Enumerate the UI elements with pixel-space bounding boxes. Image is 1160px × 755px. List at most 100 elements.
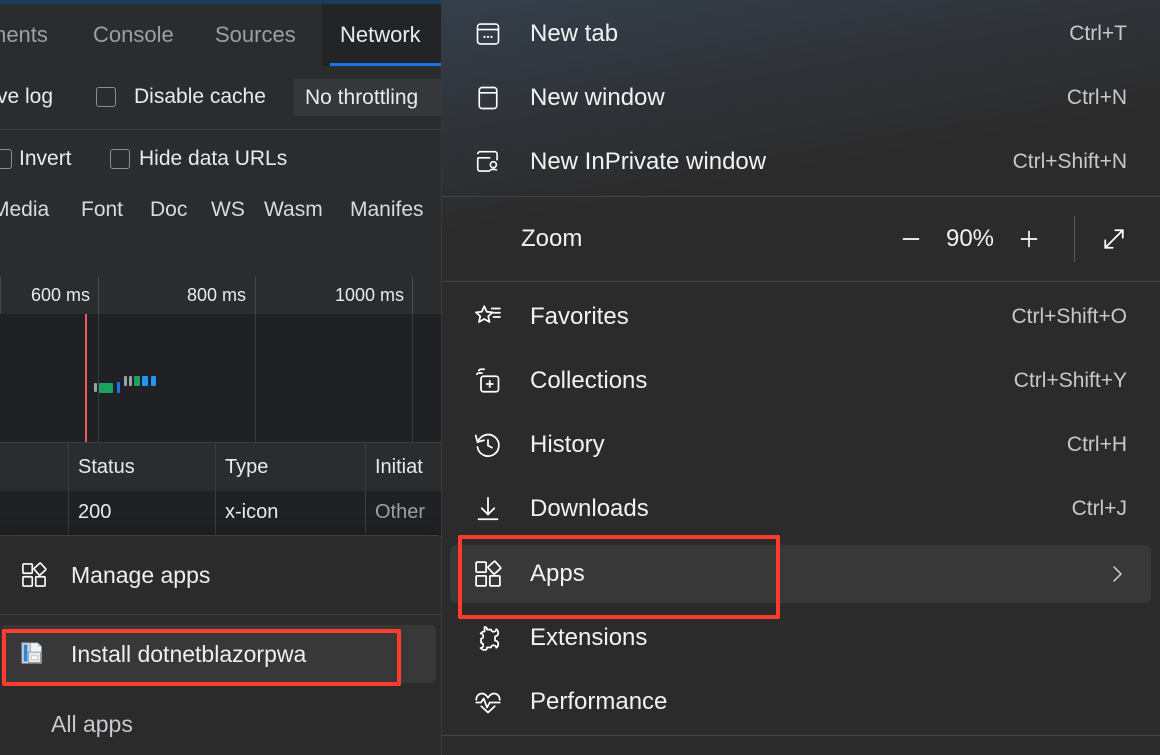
- zoom-label: Zoom: [521, 225, 582, 253]
- request-bar: [117, 382, 120, 393]
- request-bar: [94, 383, 97, 392]
- timeline-tick-line-2: [255, 277, 256, 314]
- edge-main-menu: New tab Ctrl+T New window Ctrl+N: [441, 0, 1160, 755]
- overview-gridline-1: [98, 314, 99, 442]
- filter-doc[interactable]: Doc: [150, 198, 187, 222]
- menu-label-history: History: [530, 431, 1067, 459]
- tab-sources-label: Sources: [215, 22, 296, 47]
- tab-console[interactable]: Console: [93, 4, 174, 66]
- overview-gridline-3: [412, 314, 413, 442]
- apps-icon: [472, 558, 504, 590]
- extensions-puzzle-icon: [472, 622, 504, 654]
- timeline-label-600ms: 600 ms: [31, 285, 90, 306]
- row-cell-divider: [365, 491, 366, 535]
- new-tab-icon: [472, 18, 504, 50]
- timeline-tick-line-1: [98, 277, 99, 314]
- screenshot-root: ments Console Sources Network rve log Di…: [0, 0, 1160, 755]
- menu-accel-downloads: Ctrl+J: [1072, 497, 1127, 521]
- flyout-manage-apps-label: Manage apps: [71, 562, 210, 589]
- zoom-out-button[interactable]: [888, 216, 934, 262]
- menu-label-new-window: New window: [530, 84, 1067, 112]
- column-divider[interactable]: [365, 443, 366, 491]
- table-row[interactable]: 200 x-icon Other: [0, 491, 443, 535]
- network-table-header: Status Type Initiat: [0, 443, 443, 492]
- menu-accel-new-tab: Ctrl+T: [1069, 22, 1127, 46]
- new-window-icon: [472, 82, 504, 114]
- column-divider[interactable]: [68, 443, 69, 491]
- menu-item-apps[interactable]: Apps: [450, 545, 1151, 603]
- timeline-label-800ms: 800 ms: [187, 285, 246, 306]
- hide-data-urls-label: Hide data URLs: [139, 147, 287, 171]
- menu-accel-collections: Ctrl+Shift+Y: [1014, 369, 1127, 393]
- devtools-filter-row: Invert Hide data URLs: [0, 130, 443, 185]
- filter-wasm[interactable]: Wasm: [264, 198, 323, 222]
- flyout-all-apps-label[interactable]: All apps: [51, 711, 133, 738]
- row-cell-divider: [68, 491, 69, 535]
- menu-item-collections[interactable]: Collections Ctrl+Shift+Y: [450, 352, 1151, 410]
- flyout-item-manage-apps[interactable]: Manage apps: [1, 546, 436, 604]
- favorites-star-icon: [472, 301, 504, 333]
- zoom-in-button[interactable]: [1006, 216, 1052, 262]
- timeline-tick-line-0: [0, 277, 1, 314]
- cell-type: x-icon: [225, 501, 278, 524]
- menu-accel-favorites: Ctrl+Shift+O: [1011, 305, 1127, 329]
- history-clock-icon: [472, 429, 504, 461]
- tab-network-label: Network: [340, 22, 421, 47]
- hide-data-urls-checkbox[interactable]: [110, 149, 130, 169]
- menu-item-downloads[interactable]: Downloads Ctrl+J: [450, 480, 1151, 538]
- timeline-tick-line-3: [412, 277, 413, 314]
- column-divider[interactable]: [215, 443, 216, 491]
- menu-item-new-window[interactable]: New window Ctrl+N: [450, 69, 1151, 127]
- request-bar: [151, 376, 156, 386]
- menu-item-new-tab[interactable]: New tab Ctrl+T: [450, 5, 1151, 63]
- menu-accel-new-inprivate-window: Ctrl+Shift+N: [1013, 150, 1127, 174]
- invert-checkbox[interactable]: [0, 149, 12, 169]
- menu-item-new-inprivate-window[interactable]: New InPrivate window Ctrl+Shift+N: [450, 133, 1151, 191]
- performance-heartbeat-icon: [472, 686, 504, 718]
- menu-accel-new-window: Ctrl+N: [1067, 86, 1127, 110]
- flyout-item-install-pwa[interactable]: Install dotnetblazorpwa: [1, 625, 436, 683]
- install-pwa-icon: [19, 639, 49, 669]
- menu-label-performance: Performance: [530, 688, 1151, 716]
- flyout-install-label: Install dotnetblazorpwa: [71, 641, 306, 668]
- menu-row-zoom: Zoom 90%: [442, 196, 1160, 281]
- filter-font[interactable]: Font: [81, 198, 123, 222]
- timeline-label-1000ms: 1000 ms: [335, 285, 404, 306]
- menu-item-extensions[interactable]: Extensions: [450, 609, 1151, 667]
- menu-accel-history: Ctrl+H: [1067, 433, 1127, 457]
- network-timeline-overview[interactable]: [0, 314, 443, 443]
- tab-elements[interactable]: ments: [0, 4, 48, 66]
- throttling-value: No throttling: [305, 86, 418, 109]
- preserve-log-label: rve log: [0, 85, 53, 109]
- fullscreen-icon[interactable]: [1091, 216, 1137, 262]
- request-bar: [99, 383, 113, 393]
- zoom-divider: [1074, 216, 1075, 262]
- filter-manifest[interactable]: Manifes: [350, 198, 424, 222]
- filter-media[interactable]: Media: [0, 198, 49, 222]
- tab-console-label: Console: [93, 22, 174, 47]
- filter-ws[interactable]: WS: [211, 198, 245, 222]
- menu-item-favorites[interactable]: Favorites Ctrl+Shift+O: [450, 288, 1151, 346]
- request-bar: [129, 376, 132, 386]
- chevron-right-icon: [1105, 562, 1129, 586]
- zoom-level-value: 90%: [934, 225, 1006, 253]
- row-cell-divider: [215, 491, 216, 535]
- disable-cache-checkbox[interactable]: [96, 87, 116, 107]
- column-header-status[interactable]: Status: [78, 456, 135, 479]
- menu-label-new-tab: New tab: [530, 20, 1069, 48]
- column-header-type[interactable]: Type: [225, 456, 268, 479]
- tab-sources[interactable]: Sources: [215, 4, 296, 66]
- request-bar: [134, 376, 140, 386]
- menu-separator-2: [442, 281, 1160, 282]
- column-header-initiator[interactable]: Initiat: [375, 456, 423, 479]
- throttling-select[interactable]: No throttling: [293, 79, 443, 116]
- cell-status: 200: [78, 501, 111, 524]
- tab-elements-label: ments: [0, 22, 48, 47]
- menu-label-favorites: Favorites: [530, 303, 1011, 331]
- invert-label: Invert: [19, 147, 72, 171]
- cell-initiator: Other: [375, 501, 425, 524]
- menu-item-performance[interactable]: Performance: [450, 673, 1151, 731]
- tab-network[interactable]: Network: [322, 4, 443, 66]
- menu-label-new-inprivate-window: New InPrivate window: [530, 148, 1013, 176]
- menu-item-history[interactable]: History Ctrl+H: [450, 416, 1151, 474]
